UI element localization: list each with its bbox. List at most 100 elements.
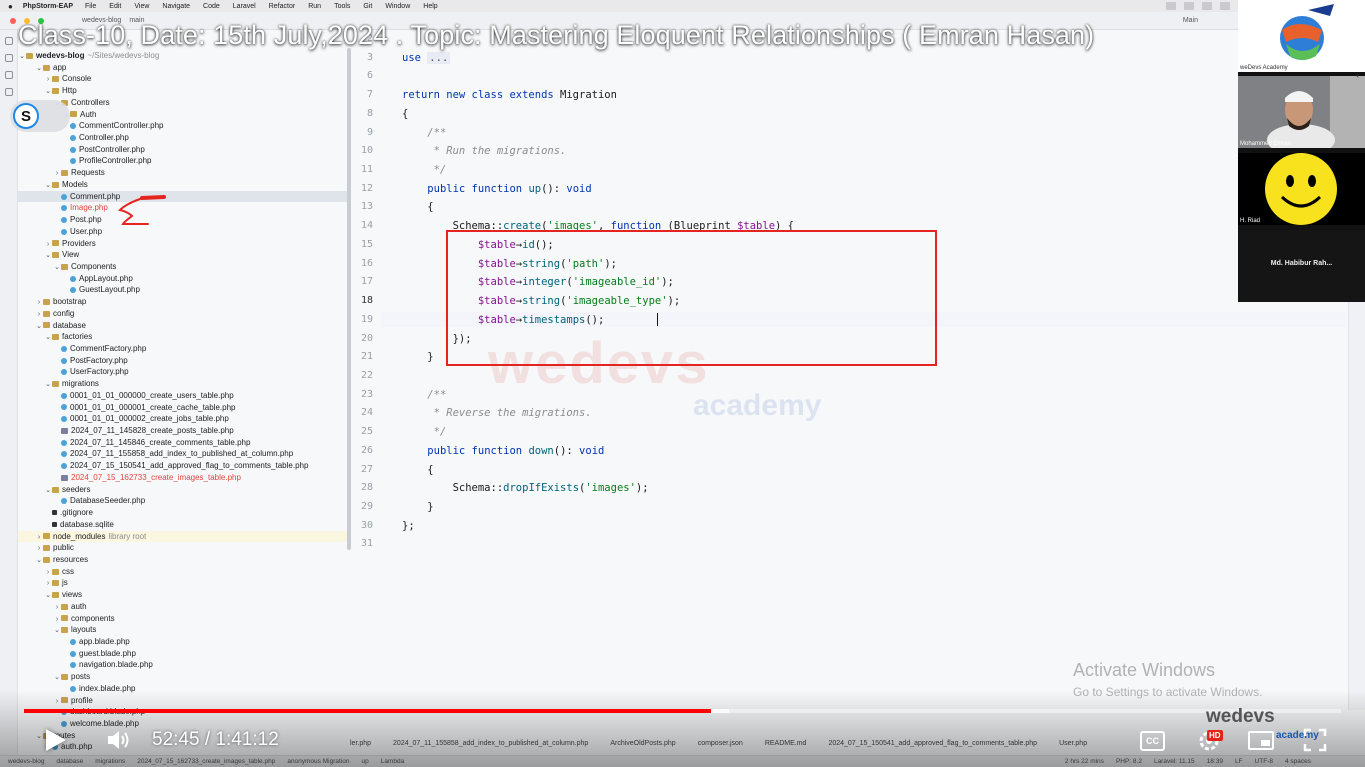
tree-file[interactable]: 2024_07_15_162733_create_images_table.ph… [18,472,348,484]
tree-file[interactable]: PostController.php [18,144,348,156]
tree-file[interactable]: 2024_07_11_145846_create_comments_table.… [18,437,348,449]
tree-file[interactable]: User.php [18,226,348,238]
code-line[interactable]: use ... [402,51,451,64]
run-config[interactable]: Main [1183,17,1198,24]
tree-file[interactable]: Controller.php [18,132,348,144]
volume-button[interactable] [106,728,132,752]
miniplayer-button[interactable] [1248,731,1274,750]
tree-file[interactable]: PostFactory.php [18,355,348,367]
tree-file[interactable]: 0001_01_01_000001_create_cache_table.php [18,402,348,414]
code-line[interactable]: { [402,108,408,120]
tree-folder[interactable]: › css [18,566,348,578]
status-icon[interactable] [1166,2,1176,10]
commit-tool-icon[interactable] [5,54,13,62]
tree-file[interactable]: UserFactory.php [18,366,348,378]
play-button[interactable] [46,729,66,751]
tree-folder[interactable]: › Requests [18,167,348,179]
tree-file[interactable]: app.blade.php [18,636,348,648]
tree-folder[interactable]: › components [18,613,348,625]
tree-file[interactable]: navigation.blade.php [18,659,348,671]
tree-root[interactable]: ⌄ wedevs-blog ~/Sites/wedevs-blog [18,50,348,62]
tree-file[interactable]: GuestLayout.php [18,284,348,296]
tree-file[interactable]: 2024_07_11_145828_create_posts_table.php [18,425,348,437]
participant-tile[interactable]: Mohammed Emran [1238,76,1365,148]
tree-folder[interactable]: ⌄ database [18,320,348,332]
tree-folder[interactable]: ⌄ posts [18,671,348,683]
status-icon[interactable] [1220,2,1230,10]
tree-folder[interactable]: › Console [18,73,348,85]
tree-folder[interactable]: › js [18,577,348,589]
tree-file[interactable]: AppLayout.php [18,273,348,285]
menu-item[interactable]: Window [385,3,410,10]
code-line[interactable]: */ [402,426,447,438]
apple-icon[interactable]: ● [8,2,13,11]
tree-file[interactable]: CommentFactory.php [18,343,348,355]
tree-folder[interactable]: ⌄ factories [18,331,348,343]
menu-item[interactable]: Run [308,3,321,10]
tree-file[interactable]: ProfileController.php [18,155,348,167]
tree-folder[interactable]: ⌄ View [18,249,348,261]
tree-file[interactable]: .gitignore [18,507,348,519]
code-line[interactable]: * Run the migrations. [402,145,567,157]
tree-folder[interactable]: › public [18,542,348,554]
participant-tile[interactable]: weDevs Academy [1238,0,1365,72]
tree-file[interactable]: Image.php [18,202,348,214]
code-line[interactable]: */ [402,164,447,176]
code-line[interactable]: { [402,464,433,476]
status-icon[interactable] [1184,2,1194,10]
tree-file[interactable]: 0001_01_01_000002_create_jobs_table.php [18,413,348,425]
tree-file[interactable]: 2024_07_11_155858_add_index_to_published… [18,448,348,460]
tree-folder[interactable]: ⌄ views [18,589,348,601]
menu-item[interactable]: Help [423,3,437,10]
close-window-icon[interactable] [10,17,16,24]
status-icon[interactable] [1202,2,1212,10]
tree-folder[interactable]: ⌄ Http [18,85,348,97]
tree-folder[interactable]: ⌄ Models [18,179,348,191]
tree-folder[interactable]: ⌄ seeders [18,484,348,496]
menu-item[interactable]: Code [203,3,220,10]
progress-bar[interactable] [24,709,1341,713]
code-line[interactable]: { [402,201,433,213]
tree-file[interactable]: database.sqlite [18,519,348,531]
tree-folder[interactable]: › bootstrap [18,296,348,308]
tree-folder[interactable]: ⌄ Components [18,261,348,273]
menu-item[interactable]: File [85,3,96,10]
menu-item[interactable]: Tools [334,3,350,10]
code-line[interactable]: } [402,501,433,513]
participant-tile[interactable]: Md. Habibur Rah... [1238,230,1365,302]
menu-item[interactable]: Git [363,3,372,10]
project-tool-icon[interactable] [5,37,13,45]
code-line[interactable]: /** [402,127,446,139]
tree-file[interactable]: DatabaseSeeder.php [18,495,348,507]
menu-item[interactable]: View [134,3,149,10]
menu-item[interactable]: Edit [109,3,121,10]
menu-item[interactable]: Navigate [162,3,190,10]
tree-file[interactable]: Comment.php [18,190,348,203]
subtitles-button[interactable]: CC [1140,731,1165,751]
code-line[interactable]: /** [402,389,446,401]
code-line[interactable]: Schema::dropIfExists('images'); [402,482,649,494]
code-line[interactable]: public function up(): void [402,183,591,195]
code-line[interactable]: return new class extends Migration [402,89,617,101]
structure-tool-icon[interactable] [5,71,13,79]
tree-folder[interactable]: ⌄ app [18,62,348,74]
floating-s-widget[interactable]: S [10,100,70,132]
participant-tile[interactable]: H. Riad [1238,153,1365,225]
tree-folder[interactable]: › config [18,308,348,320]
menu-item[interactable]: Laravel [233,3,256,10]
tree-folder[interactable]: › Providers [18,238,348,250]
tree-file[interactable]: 2024_07_15_150541_add_approved_flag_to_c… [18,460,348,472]
chevron-left-icon[interactable]: ‹ [1356,70,1359,80]
tree-folder[interactable]: ⌄ resources [18,554,348,566]
code-line[interactable]: } [402,351,433,363]
tree-folder[interactable]: ⌄ migrations [18,378,348,390]
tree-file[interactable]: Post.php [18,214,348,226]
tree-folder[interactable]: ⌄ layouts [18,624,348,636]
menu-app-name[interactable]: PhpStorm-EAP [23,3,73,10]
fullscreen-button[interactable] [1303,728,1327,752]
menu-item[interactable]: Refactor [269,3,295,10]
bookmarks-tool-icon[interactable] [5,88,13,96]
tree-file[interactable]: 0001_01_01_000000_create_users_table.php [18,390,348,402]
code-line[interactable]: }; [402,520,415,532]
tree-folder[interactable]: › auth [18,601,348,613]
